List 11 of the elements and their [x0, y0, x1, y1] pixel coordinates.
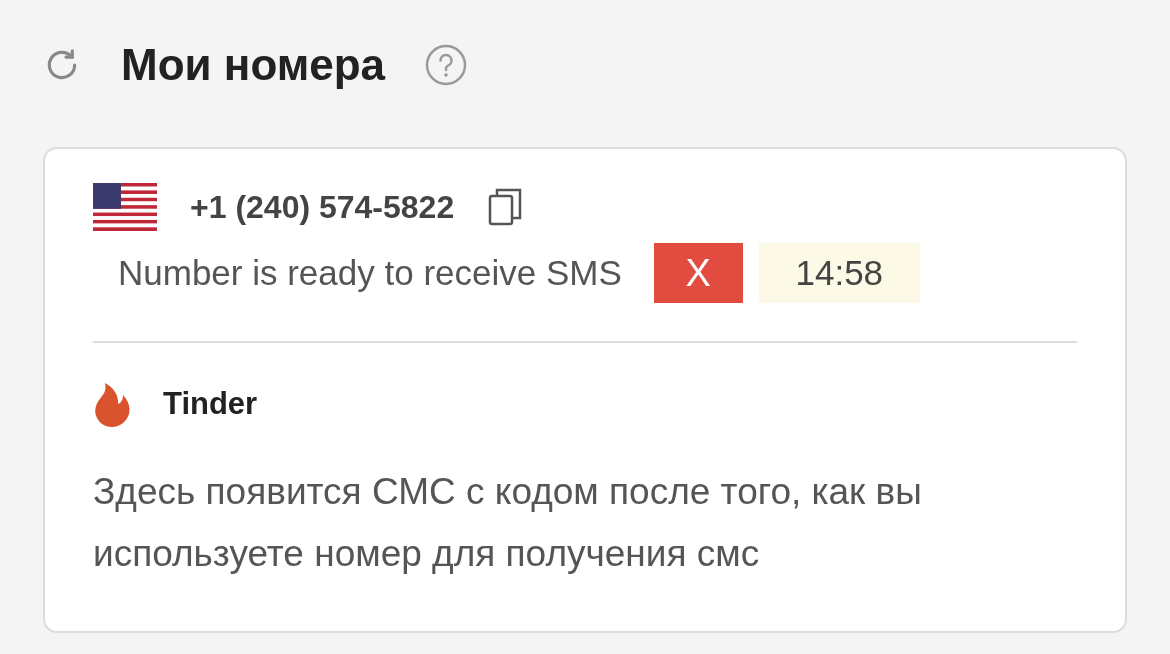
- help-icon[interactable]: [425, 44, 468, 86]
- countdown-timer: 14:58: [758, 243, 920, 303]
- phone-number: +1 (240) 574-5822: [190, 188, 455, 226]
- service-name: Tinder: [163, 386, 258, 422]
- cancel-button[interactable]: X: [653, 243, 743, 303]
- flag-icon: [93, 183, 157, 231]
- flame-icon: [93, 381, 131, 427]
- copy-icon[interactable]: [488, 188, 523, 226]
- sms-placeholder-message: Здесь появится СМС с кодом после того, как вы используете номер для получения смс: [93, 470, 923, 576]
- page-title: Мои номера: [121, 40, 386, 90]
- status-text: Number is ready to receive SMS: [118, 253, 622, 293]
